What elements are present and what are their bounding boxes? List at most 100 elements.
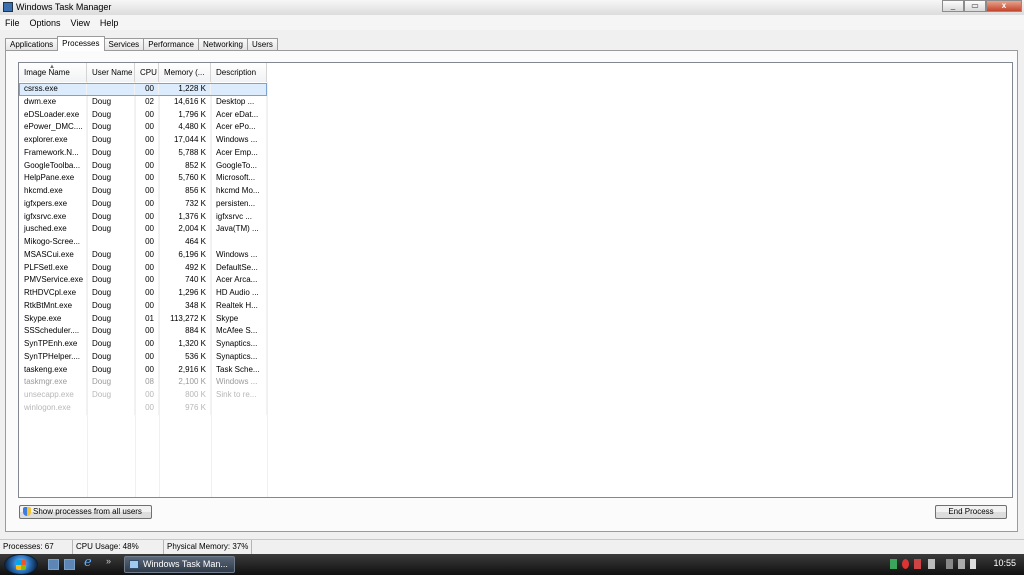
table-cell: Doug — [87, 325, 135, 338]
table-row[interactable]: unsecapp.exe Doug 00 800 K Sink to re... — [19, 389, 267, 402]
taskbar-task-manager-button[interactable]: Windows Task Man... — [124, 556, 235, 573]
volume-icon[interactable] — [970, 559, 976, 569]
table-cell: Doug — [87, 172, 135, 185]
taskbar: e » Windows Task Man... 10:55 — [0, 554, 1024, 575]
column-user-name[interactable]: User Name — [87, 63, 135, 82]
table-row[interactable]: ePower_DMC.... Doug 00 4,480 K Acer ePo... — [19, 121, 267, 134]
table-cell: Doug — [87, 197, 135, 211]
table-row[interactable]: SynTPEnh.exe Doug 00 1,320 K Synaptics... — [19, 338, 267, 351]
show-all-processes-button[interactable]: Show processes from all users — [19, 505, 152, 519]
menu-help[interactable]: Help — [95, 18, 124, 28]
table-row[interactable]: RtHDVCpl.exe Doug 00 1,296 K HD Audio ... — [19, 287, 267, 300]
table-cell: Doug — [87, 95, 135, 109]
table-cell: Sink to re... — [211, 389, 267, 402]
table-cell: 00 — [135, 389, 159, 402]
table-row[interactable]: RtkBtMnt.exe Doug 00 348 K Realtek H... — [19, 299, 267, 313]
tray-icon[interactable] — [928, 559, 935, 569]
table-row[interactable]: Mikogo-Scree... 00 464 K — [19, 236, 267, 249]
process-list[interactable]: ▲ Image Name User Name CPU Memory (... De… — [18, 62, 1013, 498]
table-cell: Synaptics... — [211, 338, 267, 351]
table-row[interactable]: eDSLoader.exe Doug 00 1,796 K Acer eDat... — [19, 108, 267, 122]
table-cell: 740 K — [159, 274, 211, 287]
ie-icon[interactable]: e — [84, 555, 95, 570]
table-cell: 00 — [135, 146, 159, 160]
minimize-icon[interactable]: _ — [942, 0, 964, 12]
show-desktop-icon[interactable] — [48, 559, 59, 570]
table-row[interactable]: MSASCui.exe Doug 00 6,196 K Windows ... — [19, 248, 267, 262]
column-cpu[interactable]: CPU — [135, 63, 159, 82]
table-cell: Windows ... — [211, 248, 267, 262]
table-cell: McAfee S... — [211, 325, 267, 338]
column-description[interactable]: Description — [211, 63, 267, 82]
table-row[interactable]: jusched.exe Doug 00 2,004 K Java(TM) ... — [19, 223, 267, 236]
menu-options[interactable]: Options — [25, 18, 66, 28]
battery-icon[interactable] — [958, 559, 965, 569]
table-cell: Doug — [87, 248, 135, 262]
table-cell: RtHDVCpl.exe — [19, 287, 87, 300]
end-process-button[interactable]: End Process — [935, 505, 1007, 519]
table-cell: 2,004 K — [159, 223, 211, 236]
table-cell: 800 K — [159, 389, 211, 402]
table-cell: Synaptics... — [211, 350, 267, 364]
column-memory[interactable]: Memory (... — [159, 63, 211, 82]
table-row[interactable]: dwm.exe Doug 02 14,616 K Desktop ... — [19, 95, 267, 109]
table-row[interactable]: hkcmd.exe Doug 00 856 Khkcmd Mo... — [19, 185, 267, 198]
close-icon[interactable]: x — [986, 0, 1022, 12]
table-cell: GoogleTo... — [211, 159, 267, 173]
switch-windows-icon[interactable] — [64, 559, 75, 570]
table-row[interactable]: HelpPane.exe Doug 00 5,760 K Microsoft... — [19, 172, 267, 185]
table-cell: Doug — [87, 376, 135, 389]
table-row[interactable]: PMVService.exe Doug 00 740 K Acer Arca... — [19, 274, 267, 287]
table-row[interactable]: Framework.N... Doug 00 5,788 K Acer Emp... — [19, 146, 267, 160]
table-cell: PMVService.exe — [19, 274, 87, 287]
table-row[interactable]: explorer.exe Doug 00 17,044 K Windows ... — [19, 134, 267, 147]
table-cell: Doug — [87, 389, 135, 402]
table-row[interactable]: Skype.exe Doug 01 113,272 K Skype — [19, 312, 267, 326]
status-bar: Processes: 67 CPU Usage: 48% Physical Me… — [0, 539, 1024, 554]
table-row[interactable]: igfxsrvc.exe Doug 00 1,376 Kigfxsrvc ... — [19, 210, 267, 224]
table-cell: 14,616 K — [159, 95, 211, 109]
table-row[interactable]: PLFSetI.exe Doug 00 492 K DefaultSe... — [19, 261, 267, 275]
column-image-name[interactable]: ▲ Image Name — [19, 63, 87, 82]
table-cell: taskmgr.exe — [19, 376, 87, 389]
title-bar: Windows Task Manager _ ▭ x — [0, 0, 1024, 16]
table-cell: 17,044 K — [159, 134, 211, 147]
table-row[interactable]: igfxpers.exe Doug 00 732 Kpersisten... — [19, 197, 267, 211]
table-cell: eDSLoader.exe — [19, 108, 87, 122]
table-cell: Acer Emp... — [211, 146, 267, 160]
table-row[interactable]: GoogleToolba... Doug 00 852 K GoogleTo... — [19, 159, 267, 173]
table-cell: Acer Arca... — [211, 274, 267, 287]
tray-icon[interactable] — [914, 559, 921, 569]
table-cell: 00 — [135, 197, 159, 211]
table-cell: 00 — [135, 401, 159, 415]
tab-strip: Applications Processes Services Performa… — [5, 36, 278, 51]
table-row[interactable]: SSScheduler.... Doug 00 884 K McAfee S... — [19, 325, 267, 338]
tab-processes[interactable]: Processes — [57, 36, 105, 51]
table-cell: jusched.exe — [19, 223, 87, 236]
clock[interactable]: 10:55 — [993, 558, 1016, 568]
table-cell: 6,196 K — [159, 248, 211, 262]
table-cell: 00 — [135, 248, 159, 262]
tray-icon[interactable] — [890, 559, 897, 569]
menu-view[interactable]: View — [66, 18, 95, 28]
table-cell: Doug — [87, 287, 135, 300]
table-cell: 00 — [135, 350, 159, 364]
table-cell: Doug — [87, 299, 135, 313]
table-cell: Doug — [87, 350, 135, 364]
table-cell: 00 — [135, 299, 159, 313]
table-cell: 492 K — [159, 261, 211, 275]
maximize-icon[interactable]: ▭ — [964, 0, 986, 12]
table-cell: 00 — [135, 83, 159, 96]
menu-file[interactable]: File — [0, 18, 25, 28]
table-cell: 5,760 K — [159, 172, 211, 185]
network-icon[interactable] — [946, 559, 953, 569]
table-cell: Skype.exe — [19, 312, 87, 326]
chevron-more-icon[interactable]: » — [106, 556, 117, 567]
table-row[interactable]: SynTPHelper.... Doug 00 536 K Synaptics... — [19, 350, 267, 364]
table-row[interactable]: winlogon.exe 00 976 K — [19, 401, 267, 415]
table-row[interactable]: taskeng.exe Doug 00 2,916 K Task Sche... — [19, 363, 267, 377]
tray-icon[interactable] — [902, 559, 909, 569]
table-row[interactable]: csrss.exe 00 1,228 K — [19, 83, 267, 96]
table-row[interactable]: taskmgr.exe Doug 08 2,100 K Windows ... — [19, 376, 267, 389]
start-orb-icon[interactable] — [4, 554, 38, 575]
